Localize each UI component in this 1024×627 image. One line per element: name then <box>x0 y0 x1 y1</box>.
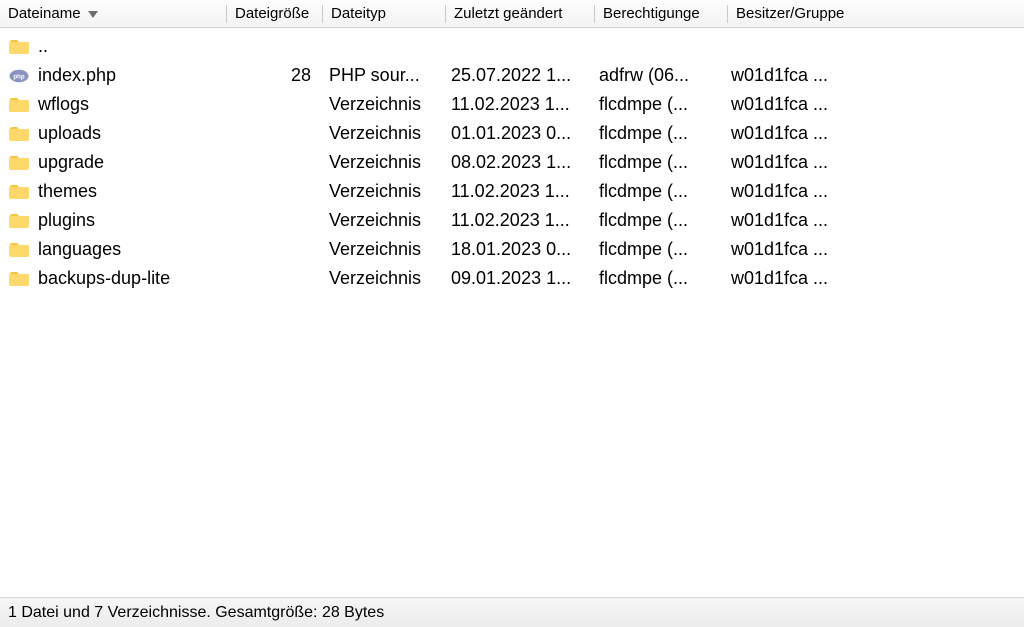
file-permissions: flcdmpe (... <box>591 123 723 144</box>
column-header-name-label: Dateiname <box>8 5 81 22</box>
folder-icon <box>8 241 30 259</box>
file-row[interactable]: backups-dup-lite Verzeichnis09.01.2023 1.… <box>0 264 1024 293</box>
file-modified: 09.01.2023 1... <box>443 268 591 289</box>
file-modified: 01.01.2023 0... <box>443 123 591 144</box>
file-permissions: flcdmpe (... <box>591 94 723 115</box>
column-header-row: Dateiname Dateigröße Dateityp Zuletzt ge… <box>0 0 1024 28</box>
file-owner: w01d1fca ... <box>723 210 863 231</box>
file-owner: w01d1fca ... <box>723 268 863 289</box>
folder-icon <box>8 270 30 288</box>
file-name: plugins <box>38 210 95 231</box>
file-type: PHP sour... <box>321 65 443 86</box>
file-name: backups-dup-lite <box>38 268 170 289</box>
file-name: themes <box>38 181 97 202</box>
file-permissions: flcdmpe (... <box>591 210 723 231</box>
file-list[interactable]: .. php index.php 28PHP sour...25.07.2022 1.… <box>0 28 1024 597</box>
status-bar-text: 1 Datei und 7 Verzeichnisse. Gesamtgröße… <box>8 604 384 622</box>
file-row[interactable]: plugins Verzeichnis11.02.2023 1...flcdmpe… <box>0 206 1024 235</box>
file-row[interactable]: languages Verzeichnis18.01.2023 0...flcdm… <box>0 235 1024 264</box>
file-row[interactable]: themes Verzeichnis11.02.2023 1...flcdmpe … <box>0 177 1024 206</box>
folder-icon <box>8 96 30 114</box>
file-owner: w01d1fca ... <box>723 94 863 115</box>
file-owner: w01d1fca ... <box>723 123 863 144</box>
file-permissions: adfrw (06... <box>591 65 723 86</box>
svg-text:php: php <box>13 73 25 80</box>
file-type: Verzeichnis <box>321 181 443 202</box>
file-row[interactable]: upgrade Verzeichnis08.02.2023 1...flcdmpe… <box>0 148 1024 177</box>
file-row[interactable]: php index.php 28PHP sour...25.07.2022 1...… <box>0 61 1024 90</box>
file-permissions: flcdmpe (... <box>591 239 723 260</box>
file-permissions: flcdmpe (... <box>591 181 723 202</box>
sort-descending-icon <box>87 9 99 19</box>
file-owner: w01d1fca ... <box>723 181 863 202</box>
file-row[interactable]: wflogs Verzeichnis11.02.2023 1...flcdmpe … <box>0 90 1024 119</box>
file-name: languages <box>38 239 121 260</box>
folder-icon <box>8 38 30 56</box>
file-type: Verzeichnis <box>321 152 443 173</box>
file-type: Verzeichnis <box>321 94 443 115</box>
file-permissions: flcdmpe (... <box>591 268 723 289</box>
file-modified: 11.02.2023 1... <box>443 181 591 202</box>
file-modified: 08.02.2023 1... <box>443 152 591 173</box>
column-header-size[interactable]: Dateigröße <box>227 0 322 27</box>
folder-icon <box>8 212 30 230</box>
folder-icon <box>8 183 30 201</box>
file-name: wflogs <box>38 94 89 115</box>
file-name: index.php <box>38 65 116 86</box>
file-row[interactable]: uploads Verzeichnis01.01.2023 0...flcdmpe… <box>0 119 1024 148</box>
file-owner: w01d1fca ... <box>723 239 863 260</box>
file-name: .. <box>38 36 48 57</box>
file-type: Verzeichnis <box>321 268 443 289</box>
column-header-size-label: Dateigröße <box>235 5 309 22</box>
file-name: uploads <box>38 123 101 144</box>
column-header-name[interactable]: Dateiname <box>0 0 226 27</box>
column-header-type-label: Dateityp <box>331 5 386 22</box>
file-type: Verzeichnis <box>321 210 443 231</box>
php-file-icon: php <box>8 67 30 85</box>
status-bar: 1 Datei und 7 Verzeichnisse. Gesamtgröße… <box>0 597 1024 627</box>
column-header-owner-label: Besitzer/Gruppe <box>736 5 844 22</box>
file-modified: 11.02.2023 1... <box>443 94 591 115</box>
parent-dir-row[interactable]: .. <box>0 32 1024 61</box>
file-size: 28 <box>226 65 321 86</box>
file-modified: 25.07.2022 1... <box>443 65 591 86</box>
file-type: Verzeichnis <box>321 239 443 260</box>
column-header-permissions[interactable]: Berechtigunge <box>595 0 727 27</box>
column-header-type[interactable]: Dateityp <box>323 0 445 27</box>
column-header-permissions-label: Berechtigunge <box>603 5 700 22</box>
file-modified: 11.02.2023 1... <box>443 210 591 231</box>
file-type: Verzeichnis <box>321 123 443 144</box>
file-modified: 18.01.2023 0... <box>443 239 591 260</box>
file-owner: w01d1fca ... <box>723 152 863 173</box>
column-header-owner[interactable]: Besitzer/Gruppe <box>728 0 868 27</box>
folder-icon <box>8 154 30 172</box>
column-header-modified-label: Zuletzt geändert <box>454 5 562 22</box>
folder-icon <box>8 125 30 143</box>
column-header-modified[interactable]: Zuletzt geändert <box>446 0 594 27</box>
file-name: upgrade <box>38 152 104 173</box>
file-permissions: flcdmpe (... <box>591 152 723 173</box>
file-owner: w01d1fca ... <box>723 65 863 86</box>
